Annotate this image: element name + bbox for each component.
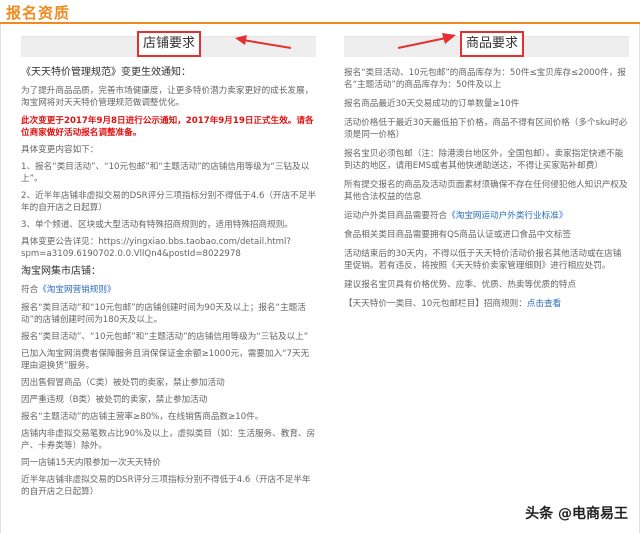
rule-item: 因出售假冒商品（C类）被处罚的卖家，禁止参加活动	[21, 378, 225, 388]
product-item: 食品相关类目商品需要拥有QS商品认证或进口食品中文标签	[344, 230, 572, 240]
conform-prefix: 符合	[21, 285, 39, 295]
page-header: 报名资质	[0, 0, 640, 24]
page-title: 报名资质	[6, 4, 71, 22]
rule-item: 近半年店铺非虚拟交易的DSR评分三项指标分别不得低于4.6（开店不足半年的自开店…	[21, 475, 311, 497]
product-requirements-heading: 商品要求	[460, 31, 525, 57]
outdoor-line: 运动户外类目商品需要符合《淘宝网运动户外类行业标准》	[344, 210, 629, 222]
product-item: 活动价格低于最近30天最低拍下价格，商品不得有区间价格（多个sku时必须是同一价…	[344, 118, 628, 140]
product-item: 报名“类目活动、10元包邮”的商品库存为：50件≤宝贝库存≤2000件，报名“主…	[344, 68, 626, 90]
outdoor-prefix: 运动户外类目商品需要符合	[344, 211, 448, 221]
product-requirements-header: 商品要求	[344, 31, 629, 57]
view-rules-link[interactable]: 点击查看	[527, 299, 561, 309]
change-item: 3、单个频道、区块或大型活动有特殊招商规则的，适用特殊招商规则。	[21, 220, 293, 230]
detail-label-text: 具体变更公告详见：	[21, 237, 99, 247]
rule-item: 同一店铺15天内限参加一次天天特价	[21, 458, 161, 468]
product-item: 建议报名宝贝具有价格优势、应季、优质、热卖等优质的特点	[344, 280, 577, 290]
rule-item: 已加入淘宝网消费者保障服务且消保保证金余额≥1000元，需要加入“7天无理由退换…	[21, 349, 310, 371]
product-item: 活动结束后的30天内，不得以低于天天特价活动价报名其他活动或在店铺里促销。若有违…	[344, 249, 622, 271]
watermark-text: 头条 @电商易王	[525, 506, 628, 522]
change-label: 具体变更内容如下：	[21, 145, 99, 155]
intro-text: 为了提升商品品质，完善市场健康度，让更多特价潜力卖家更好的成长发展，淘宝网将对天…	[21, 86, 314, 108]
red-arrow-icon	[235, 35, 292, 49]
outdoor-standard-link[interactable]: 《淘宝网运动户外类行业标准》	[447, 211, 567, 221]
product-requirements-column: 商品要求 报名“类目活动、10元包邮”的商品库存为：50件≤宝贝库存≤2000件…	[344, 31, 629, 310]
rule-item: 因严重违规（B类）被处罚的卖家，禁止参加活动	[21, 395, 208, 405]
rule-item: 报名“类目活动”和“10元包邮”的店铺创建时间为90天及以上；报名“主题活动”的…	[21, 303, 306, 325]
notice-text: 此次变更于2017年9月8日进行公示通知，2017年9月19日正式生效。请各位商…	[21, 116, 314, 138]
conform-line: 符合《淘宝网营销规则》	[21, 284, 316, 296]
footer-line: 【天天特价一类目、10元包邮栏目】招商规则：点击查看	[344, 298, 629, 310]
change-item: 1、报名“类目活动”、“10元包邮”和“主题活动”的店铺信用等级为“三钻及以上”…	[21, 162, 310, 184]
market-title: 淘宝网集市店铺：	[21, 266, 101, 277]
content-frame: 店铺要求 《天天特价管理规范》变更生效通知： 为了提升商品品质，完善市场健康度，…	[0, 24, 640, 533]
product-item: 报名商品最近30天交易成功的订单数量≥10件	[344, 99, 520, 109]
watermark: 头条 @电商易王	[525, 503, 628, 523]
red-arrow-icon	[397, 33, 456, 49]
product-item: 所有提交报名的商品及活动页面素材须确保不存在任何侵犯他人知识产权及其他合法权益的…	[344, 180, 628, 202]
rule-item: 店铺内非虚拟交易笔数占比90%及以上，虚拟类目（如：生活服务、教育、房产、卡券类…	[21, 429, 316, 451]
store-requirements-heading: 店铺要求	[137, 31, 202, 57]
rule-item: 报名“主题活动”的店铺主营率≥80%，在线销售商品数≥10件。	[21, 412, 264, 422]
rule-item: 报名“类目活动”、“10元包邮”和“主题活动”的店铺信用等级为“三钻及以上”	[21, 332, 309, 342]
product-item: 报名宝贝必须包邮（注：除港澳台地区外，全国包邮）。卖家指定快递不能到达的地区，请…	[344, 149, 624, 171]
rule-change-title: 《天天特价管理规范》变更生效通知：	[21, 67, 191, 78]
change-item: 2、近半年店铺非虚拟交易的DSR评分三项指标分别不得低于4.6（开店不足半年的自…	[21, 191, 316, 213]
detail-label: 具体变更公告详见：https://yingxiao.bbs.taobao.com…	[21, 236, 316, 260]
footer-prefix: 【天天特价一类目、10元包邮栏目】招商规则：	[344, 299, 527, 309]
marketing-rules-link[interactable]: 《淘宝网营销规则》	[38, 285, 115, 295]
store-requirements-column: 店铺要求 《天天特价管理规范》变更生效通知： 为了提升商品品质，完善市场健康度，…	[21, 31, 316, 498]
